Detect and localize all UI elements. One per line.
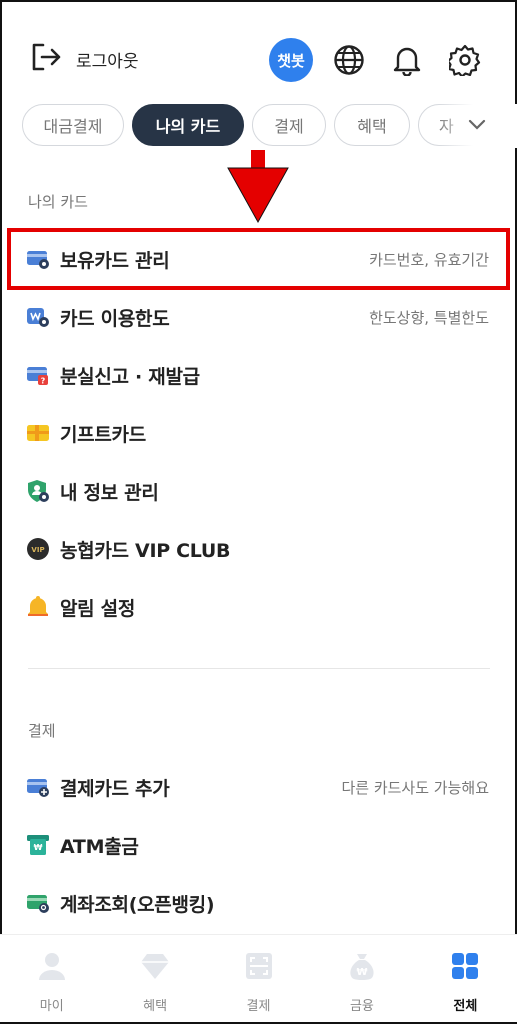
diamond-icon (140, 951, 170, 985)
account-lookup-icon (26, 891, 50, 915)
section-title-my-card: 나의 카드 (28, 193, 88, 211)
card-lost-icon: ? (26, 363, 50, 387)
nav-my[interactable]: 마이 (0, 935, 103, 1022)
logout-icon (30, 42, 62, 76)
menu-item-subtext: 카드번호, 유효기간 (369, 250, 489, 269)
menu-item-label: 결제카드 추가 (60, 777, 170, 800)
menu-item-label: 보유카드 관리 (60, 249, 170, 272)
vip-icon: VIP (26, 537, 50, 561)
menu-item-my-info[interactable]: 내 정보 관리 (0, 468, 517, 514)
menu-item-notification-settings[interactable]: 알림 설정 (0, 584, 517, 630)
menu-item-account-lookup[interactable]: 계좌조회(오픈뱅킹) (0, 880, 517, 926)
logout-button[interactable]: 로그아웃 (30, 42, 139, 76)
globe-icon[interactable] (327, 38, 371, 82)
section-divider (28, 668, 490, 669)
menu-item-lost-card[interactable]: ? 분실신고 · 재발급 (0, 352, 517, 398)
card-limit-icon (26, 305, 50, 329)
gear-icon[interactable] (443, 38, 487, 82)
nav-benefits[interactable]: 혜택 (103, 935, 206, 1022)
nav-label: 마이 (39, 999, 64, 1014)
menu-item-label: 내 정보 관리 (60, 481, 159, 504)
menu-item-label: 알림 설정 (60, 597, 136, 620)
menu-item-add-payment-card[interactable]: 결제카드 추가 다른 카드사도 가능해요 (0, 764, 517, 810)
atm-icon: ₩ (26, 833, 50, 857)
person-icon (37, 951, 67, 985)
category-tabs: 대금결제 나의 카드 결제 혜택 자 (0, 104, 517, 148)
card-settings-icon (26, 247, 50, 271)
menu-item-subtext: 한도상향, 특별한도 (369, 308, 489, 327)
svg-text:?: ? (41, 377, 46, 386)
menu-item-label: 분실신고 · 재발급 (60, 365, 200, 388)
chevron-down-icon[interactable] (467, 114, 487, 138)
logout-label: 로그아웃 (76, 51, 139, 72)
nav-finance[interactable]: ₩ 금융 (310, 935, 413, 1022)
bell-icon (26, 595, 50, 619)
tab-benefits[interactable]: 혜택 (334, 104, 410, 146)
menu-item-label: ATM출금 (60, 835, 139, 858)
tab-my-card[interactable]: 나의 카드 (132, 104, 244, 146)
svg-text:₩: ₩ (356, 967, 367, 978)
nav-label: 전체 (453, 999, 478, 1014)
menu-item-atm-withdrawal[interactable]: ₩ ATM출금 (0, 822, 517, 868)
menu-item-label: 기프트카드 (60, 423, 146, 446)
tab-payment[interactable]: 결제 (252, 104, 326, 146)
nav-label: 금융 (349, 999, 374, 1014)
bottom-navigation: 마이 혜택 결제 ₩ 금융 전체 (0, 934, 517, 1022)
tab-payment-bill[interactable]: 대금결제 (22, 104, 124, 146)
nav-payment[interactable]: 결제 (207, 935, 310, 1022)
scan-icon (244, 951, 274, 985)
card-add-icon (26, 775, 50, 799)
menu-item-label: 계좌조회(오픈뱅킹) (60, 893, 215, 916)
nav-label: 결제 (246, 999, 271, 1014)
menu-item-vip-club[interactable]: VIP 농협카드 VIP CLUB (0, 526, 517, 572)
menu-item-card-limit[interactable]: 카드 이용한도 한도상향, 특별한도 (0, 294, 517, 340)
menu-item-label: 카드 이용한도 (60, 307, 170, 330)
menu-item-label: 농협카드 VIP CLUB (60, 539, 231, 562)
annotation-arrow-icon (227, 150, 289, 224)
user-settings-icon (26, 479, 50, 503)
chatbot-button[interactable]: 챗봇 (269, 38, 313, 82)
app-header: 로그아웃 챗봇 (0, 30, 517, 90)
money-bag-icon: ₩ (347, 951, 377, 985)
grid-icon (450, 951, 480, 985)
svg-text:₩: ₩ (34, 843, 43, 852)
nav-label: 혜택 (143, 999, 168, 1014)
menu-item-card-management[interactable]: 보유카드 관리 카드번호, 유효기간 (0, 236, 517, 282)
section-title-payment: 결제 (28, 722, 56, 740)
svg-text:VIP: VIP (31, 546, 44, 554)
menu-item-gift-card[interactable]: 기프트카드 (0, 410, 517, 456)
gift-card-icon (26, 421, 50, 445)
nav-all[interactable]: 전체 (414, 935, 517, 1022)
menu-item-subtext: 다른 카드사도 가능해요 (341, 778, 489, 797)
bell-icon[interactable] (385, 38, 429, 82)
